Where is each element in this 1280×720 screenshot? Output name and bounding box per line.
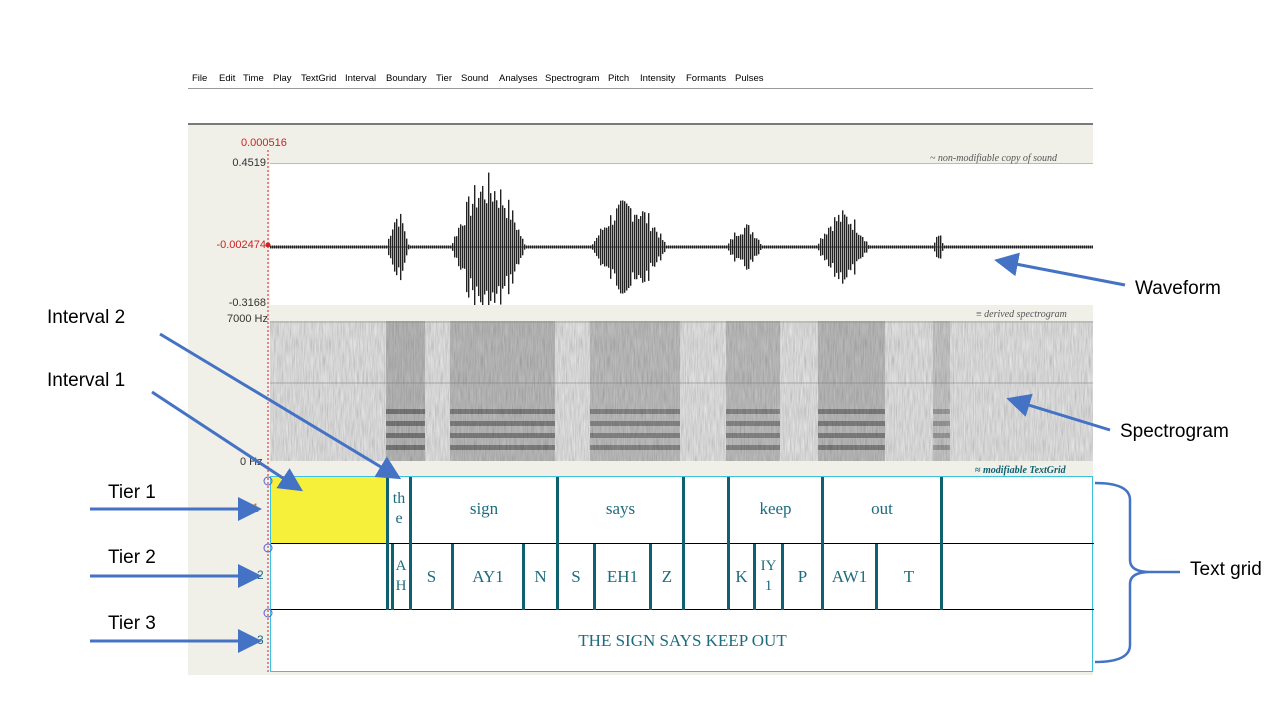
- annotation-interval1: Interval 1: [47, 370, 126, 391]
- interval2-arrow: [159, 332, 402, 480]
- annotation-tier2: Tier 2: [108, 547, 156, 568]
- waveform-arrow: [994, 252, 1126, 287]
- annotation-textgrid: Text grid: [1190, 559, 1262, 580]
- annotation-waveform: Waveform: [1135, 278, 1221, 299]
- textgrid-brace: [1094, 481, 1151, 664]
- interval1-arrow: [151, 390, 304, 492]
- overlay-graphics: [90, 150, 1180, 672]
- spectrogram-arrow: [1006, 393, 1111, 432]
- annotation-spectrogram: Spectrogram: [1120, 421, 1229, 442]
- annotation-interval2: Interval 2: [47, 307, 126, 328]
- cursor-marker: [265, 242, 271, 248]
- annotation-tier1: Tier 1: [108, 482, 156, 503]
- annotation-tier3: Tier 3: [108, 613, 156, 634]
